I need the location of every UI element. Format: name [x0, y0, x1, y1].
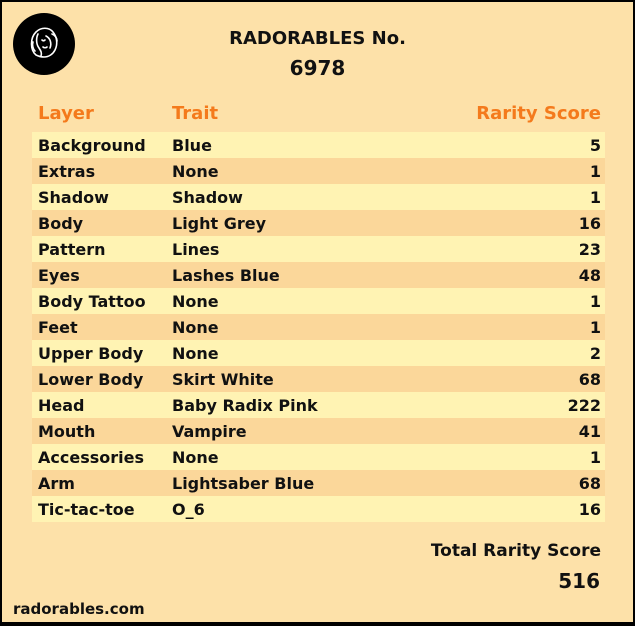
- score-cell: 48: [578, 266, 601, 285]
- trait-cell: Lightsaber Blue: [172, 474, 315, 493]
- score-cell: 1: [589, 292, 601, 311]
- score-cell: 41: [578, 422, 601, 441]
- table-row: Background Blue 5: [32, 132, 605, 158]
- layer-cell: Head: [38, 396, 85, 415]
- table-row: Head Baby Radix Pink 222: [32, 392, 605, 418]
- table-row: Arm Lightsaber Blue 68: [32, 470, 605, 496]
- table-row: Lower Body Skirt White 68: [32, 366, 605, 392]
- score-cell: 68: [578, 370, 601, 389]
- trait-cell: Blue: [172, 136, 212, 155]
- layer-cell: Accessories: [38, 448, 144, 467]
- collection-title: RADORABLES No.: [229, 28, 406, 49]
- layer-cell: Shadow: [38, 188, 109, 207]
- layer-cell: Upper Body: [38, 344, 144, 363]
- total-rarity-label: Total Rarity Score: [430, 541, 601, 561]
- column-header-layer: Layer: [38, 103, 94, 124]
- table-header: Layer Trait Rarity Score: [32, 103, 605, 129]
- layer-cell: Background: [38, 136, 146, 155]
- score-cell: 68: [578, 474, 601, 493]
- trait-cell: None: [172, 318, 219, 337]
- layer-cell: Tic-tac-toe: [38, 500, 135, 519]
- column-header-trait: Trait: [172, 103, 219, 124]
- table-row: Accessories None 1: [32, 444, 605, 470]
- score-cell: 16: [578, 500, 601, 519]
- layer-cell: Eyes: [38, 266, 80, 285]
- trait-cell: None: [172, 292, 219, 311]
- layer-cell: Feet: [38, 318, 78, 337]
- site-url: radorables.com: [13, 600, 145, 618]
- score-cell: 1: [589, 318, 601, 337]
- score-cell: 16: [578, 214, 601, 233]
- table-row: Body Tattoo None 1: [32, 288, 605, 314]
- trait-cell: None: [172, 162, 219, 181]
- table-row: Eyes Lashes Blue 48: [32, 262, 605, 288]
- table-row: Feet None 1: [32, 314, 605, 340]
- score-cell: 1: [589, 448, 601, 467]
- trait-cell: Lashes Blue: [172, 266, 280, 285]
- layer-cell: Pattern: [38, 240, 106, 259]
- table-row: Mouth Vampire 41: [32, 418, 605, 444]
- layer-cell: Body Tattoo: [38, 292, 146, 311]
- table-row: Shadow Shadow 1: [32, 184, 605, 210]
- layer-cell: Body: [38, 214, 84, 233]
- table-row: Body Light Grey 16: [32, 210, 605, 236]
- total-rarity-value: 516: [558, 569, 600, 593]
- table-row: Tic-tac-toe O_6 16: [32, 496, 605, 522]
- trait-cell: Lines: [172, 240, 220, 259]
- trait-cell: Shadow: [172, 188, 243, 207]
- layer-cell: Arm: [38, 474, 75, 493]
- trait-cell: Baby Radix Pink: [172, 396, 318, 415]
- layer-cell: Mouth: [38, 422, 96, 441]
- score-cell: 23: [578, 240, 601, 259]
- trait-cell: O_6: [172, 500, 205, 519]
- table-row: Extras None 1: [32, 158, 605, 184]
- trait-cell: Skirt White: [172, 370, 274, 389]
- score-cell: 1: [589, 188, 601, 207]
- score-cell: 5: [589, 136, 601, 155]
- table-row: Pattern Lines 23: [32, 236, 605, 262]
- token-number: 6978: [289, 56, 346, 80]
- trait-cell: None: [172, 448, 219, 467]
- trait-cell: Light Grey: [172, 214, 267, 233]
- traits-table: Background Blue 5 Extras None 1 Shadow S…: [32, 132, 605, 522]
- score-cell: 2: [589, 344, 601, 363]
- table-row: Upper Body None 2: [32, 340, 605, 366]
- rarity-card: RADORABLES No. 6978 Layer Trait Rarity S…: [2, 2, 633, 622]
- score-cell: 1: [589, 162, 601, 181]
- column-header-rarity-score: Rarity Score: [476, 103, 601, 124]
- layer-cell: Lower Body: [38, 370, 144, 389]
- layer-cell: Extras: [38, 162, 96, 181]
- trait-cell: Vampire: [172, 422, 247, 441]
- trait-cell: None: [172, 344, 219, 363]
- score-cell: 222: [567, 396, 601, 415]
